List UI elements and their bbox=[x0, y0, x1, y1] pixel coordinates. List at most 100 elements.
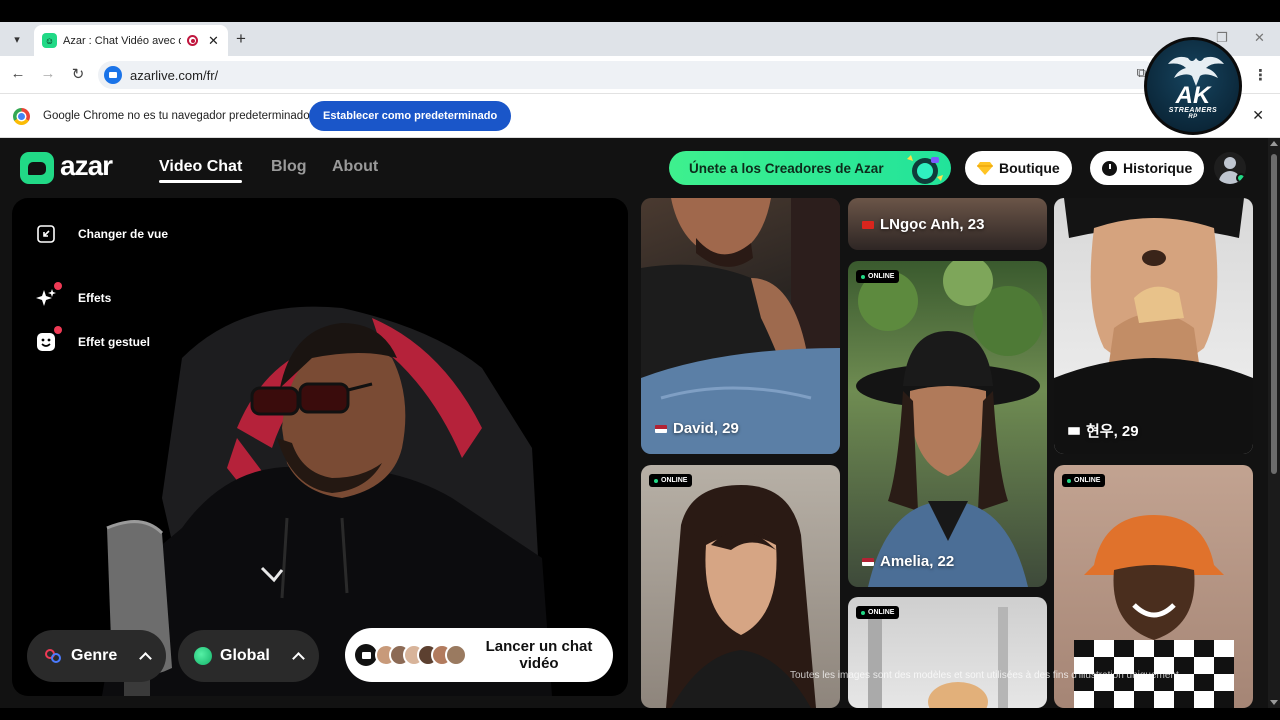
profile-photo bbox=[1054, 198, 1253, 454]
profile-photo bbox=[641, 198, 840, 454]
gesture-effect-option[interactable]: Effet gestuel bbox=[36, 326, 151, 352]
smiley-icon bbox=[36, 326, 62, 352]
video-preview-panel: Changer de vue Effets Effet gestuel Genr… bbox=[12, 198, 628, 696]
clock-icon bbox=[1102, 160, 1117, 176]
profile-card-online-2: ONLINE bbox=[848, 597, 1047, 708]
profile-name-text: 현우, 29 bbox=[1086, 423, 1139, 440]
url-text: azarlive.com/fr/ bbox=[130, 67, 219, 83]
infobar-message: Google Chrome no es tu navegador predete… bbox=[43, 110, 310, 122]
close-window-icon[interactable]: ✕ bbox=[1254, 30, 1265, 46]
browser-menu-icon[interactable]: ⋮ bbox=[1253, 66, 1268, 84]
status-dot bbox=[1236, 173, 1246, 183]
eagle-logo-icon bbox=[1168, 56, 1224, 86]
azar-logo-icon[interactable] bbox=[20, 152, 54, 184]
profile-card-ngoc-anh: LNgọc Anh, 23 bbox=[848, 198, 1047, 250]
us-flag-icon bbox=[655, 424, 667, 433]
region-filter-button[interactable]: Global bbox=[178, 630, 319, 682]
profile-name-text: David, 29 bbox=[673, 420, 739, 437]
nav-blog[interactable]: Blog bbox=[271, 158, 307, 176]
effects-option[interactable]: Effets bbox=[36, 282, 112, 308]
face-thumbnail bbox=[445, 644, 467, 666]
chrome-logo-icon bbox=[13, 108, 30, 125]
watermark-big-text: AK bbox=[1175, 82, 1211, 109]
boutique-button[interactable]: Boutique bbox=[965, 151, 1072, 185]
change-view-label: Changer de vue bbox=[78, 227, 169, 241]
browser-tab[interactable]: ☺ Azar : Chat Vidéo avec de n ✕ bbox=[34, 25, 228, 56]
gender-filter-button[interactable]: Genre bbox=[27, 630, 167, 682]
historique-label: Historique bbox=[1123, 160, 1193, 176]
historique-button[interactable]: Historique bbox=[1090, 151, 1205, 185]
online-badge: ONLINE bbox=[856, 270, 900, 283]
profile-card-david: David, 29 bbox=[641, 198, 840, 454]
profile-name: Amelia, 22 bbox=[862, 553, 954, 570]
tab-search-icon[interactable]: ▾ bbox=[6, 28, 28, 50]
scroll-down-icon[interactable] bbox=[1270, 700, 1278, 705]
profile-photo bbox=[856, 261, 1043, 587]
watermark-tiny-text: RP bbox=[1188, 114, 1198, 120]
infobar-close-icon[interactable]: ✕ bbox=[1252, 107, 1264, 124]
azar-favicon-icon: ☺ bbox=[42, 33, 57, 48]
page-scrollbar[interactable] bbox=[1268, 138, 1280, 708]
azar-logo-text[interactable]: azar bbox=[60, 150, 113, 182]
profile-name: 현우, 29 bbox=[1068, 420, 1139, 441]
online-badge: ONLINE bbox=[649, 474, 693, 487]
online-badge: ONLINE bbox=[1062, 474, 1106, 487]
reload-icon[interactable]: ↻ bbox=[68, 65, 88, 83]
screen-top-bar bbox=[0, 0, 1280, 22]
screen-bottom-bar bbox=[0, 708, 1280, 720]
globe-icon bbox=[194, 647, 212, 665]
creator-illustration-icon bbox=[907, 155, 943, 184]
tab-title: Azar : Chat Vidéo avec de n bbox=[63, 34, 181, 47]
gesture-notification-dot bbox=[54, 326, 62, 334]
start-video-chat-button[interactable]: Lancer un chat vidéo bbox=[345, 628, 613, 682]
us-flag-icon bbox=[862, 557, 874, 566]
gender-label: Genre bbox=[71, 647, 118, 664]
address-bar[interactable]: azarlive.com/fr/ ⧉ bbox=[98, 61, 1158, 89]
kr-flag-icon bbox=[1068, 426, 1080, 435]
online-badge: ONLINE bbox=[856, 606, 900, 619]
chevron-up-icon bbox=[139, 652, 153, 665]
browser-tab-strip: ▾ ☺ Azar : Chat Vidéo avec de n ✕ + ❐ ✕ bbox=[0, 22, 1280, 56]
scrollbar-thumb[interactable] bbox=[1271, 154, 1277, 474]
start-video-chat-label: Lancer un chat vidéo bbox=[485, 638, 593, 672]
gender-icon bbox=[43, 646, 63, 666]
set-default-button[interactable]: Establecer como predeterminado bbox=[309, 101, 512, 131]
forward-icon[interactable]: → bbox=[38, 65, 58, 82]
azar-app: azar Video Chat Blog About Únete a los C… bbox=[0, 138, 1268, 708]
profile-name: LNgọc Anh, 23 bbox=[862, 216, 984, 233]
region-label: Global bbox=[220, 647, 270, 664]
tab-close-icon[interactable]: ✕ bbox=[208, 33, 219, 49]
join-creators-button[interactable]: Únete a los Creadores de Azar bbox=[669, 151, 951, 185]
ak-streamers-watermark: AK STREAMERS RP bbox=[1144, 37, 1242, 135]
user-faces-group bbox=[375, 644, 467, 666]
profile-card-amelia: ONLINE Amelia, 22 bbox=[848, 261, 1047, 587]
nav-about[interactable]: About bbox=[332, 158, 378, 176]
camera-icon bbox=[355, 644, 377, 666]
new-tab-icon[interactable]: + bbox=[236, 30, 246, 48]
boutique-label: Boutique bbox=[999, 160, 1060, 176]
join-creators-label: Únete a los Creadores de Azar bbox=[689, 160, 884, 176]
chevron-up-icon bbox=[291, 652, 305, 665]
illustration-disclaimer: Toutes les images sont des modèles et so… bbox=[790, 670, 1182, 681]
webcam-feed-image bbox=[102, 306, 552, 696]
profile-name-text: Amelia, 22 bbox=[880, 553, 955, 570]
back-icon[interactable]: ← bbox=[8, 65, 28, 82]
gesture-effect-label: Effet gestuel bbox=[78, 335, 151, 349]
minimize-view-icon bbox=[36, 224, 56, 244]
profile-name: David, 29 bbox=[655, 420, 739, 437]
effects-label: Effets bbox=[78, 291, 112, 305]
profile-name-text: LNgọc Anh, 23 bbox=[880, 216, 985, 233]
watermark-small-text: STREAMERS bbox=[1168, 107, 1218, 114]
scroll-up-icon[interactable] bbox=[1270, 141, 1278, 146]
change-view-option[interactable]: Changer de vue bbox=[36, 224, 168, 244]
profile-avatar[interactable] bbox=[1214, 152, 1246, 184]
nav-video-chat[interactable]: Video Chat bbox=[159, 158, 243, 183]
diamond-icon bbox=[977, 161, 993, 175]
site-info-icon[interactable] bbox=[104, 66, 122, 84]
profile-card-hyunwoo: 현우, 29 bbox=[1054, 198, 1253, 454]
sparkle-icon bbox=[36, 282, 62, 308]
default-browser-infobar: Google Chrome no es tu navegador predete… bbox=[0, 94, 1280, 138]
recording-icon bbox=[187, 35, 198, 46]
vn-flag-icon bbox=[862, 220, 874, 229]
browser-toolbar: ← → ↻ azarlive.com/fr/ ⧉ ⋮ bbox=[0, 56, 1280, 94]
